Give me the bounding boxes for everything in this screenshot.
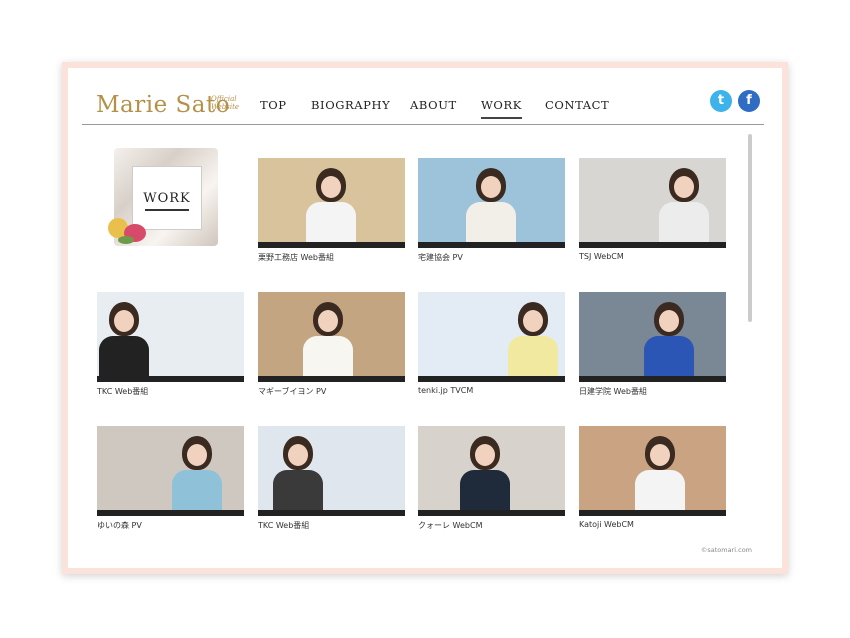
person-face [659,310,679,332]
work-caption[interactable]: 日建学院 Web番組 [579,386,647,397]
nav-work[interactable]: WORK [481,98,522,119]
nav-biography[interactable]: BIOGRAPHY [311,98,390,112]
person-face [475,444,495,466]
person-face [481,176,501,198]
leaf-icon [118,236,134,244]
work-caption[interactable]: 栗野工務店 Web番組 [258,252,334,263]
work-tile[interactable]: tenki.jp TVCM [418,292,565,395]
video-thumbnail[interactable] [418,292,565,382]
video-controls[interactable] [579,376,726,382]
video-thumbnail[interactable] [258,292,405,382]
work-tile[interactable]: TKC Web番組 [258,426,405,530]
video-thumbnail[interactable] [258,426,405,516]
video-controls[interactable] [418,242,565,248]
work-tile[interactable]: 宅建協会 PV [418,158,565,262]
nav-contact[interactable]: CONTACT [545,98,609,112]
video-controls[interactable] [418,376,565,382]
video-controls[interactable] [258,376,405,382]
facebook-icon[interactable]: f [738,90,760,112]
nav-top[interactable]: TOP [260,98,287,112]
twitter-icon[interactable]: t [710,90,732,112]
video-controls[interactable] [258,510,405,516]
work-caption[interactable]: ゆいの森 PV [97,520,142,531]
video-thumbnail[interactable] [258,158,405,248]
web-page: Marie Sato Official Website TOP BIOGRAPH… [68,68,782,568]
work-tile[interactable]: 日建学院 Web番組 [579,292,726,396]
video-controls[interactable] [97,376,244,382]
video-controls[interactable] [579,242,726,248]
video-controls[interactable] [579,510,726,516]
video-thumbnail[interactable] [97,426,244,516]
video-thumbnail[interactable] [579,426,726,516]
person-face [650,444,670,466]
work-tile[interactable]: Katoji WebCM [579,426,726,529]
video-controls[interactable] [97,510,244,516]
work-tile[interactable]: TSJ WebCM [579,158,726,261]
person-face [187,444,207,466]
work-caption[interactable]: マギーブイヨン PV [258,386,326,397]
person-face [288,444,308,466]
work-caption[interactable]: TKC Web番組 [97,386,148,397]
person-face [523,310,543,332]
nav-about[interactable]: ABOUT [410,98,457,112]
person-face [114,310,134,332]
person-face [321,176,341,198]
video-thumbnail[interactable] [579,158,726,248]
work-section-frame: WORK [108,148,218,246]
header-divider [82,124,764,125]
work-tile[interactable]: TKC Web番組 [97,292,244,396]
video-thumbnail[interactable] [418,158,565,248]
work-title-underline [145,209,189,211]
work-caption[interactable]: Katoji WebCM [579,520,634,529]
site-logo-subtitle: Official Website [211,95,240,111]
work-tile[interactable]: クォーレ WebCM [418,426,565,530]
video-controls[interactable] [258,242,405,248]
copyright: ©satomari.com [700,546,752,554]
window-frame: Marie Sato Official Website TOP BIOGRAPH… [62,62,788,574]
site-logo[interactable]: Marie Sato [96,92,230,118]
work-caption[interactable]: 宅建協会 PV [418,252,463,263]
work-caption[interactable]: クォーレ WebCM [418,520,482,531]
work-tile[interactable]: 栗野工務店 Web番組 [258,158,405,262]
work-caption[interactable]: TSJ WebCM [579,252,624,261]
scrollbar[interactable] [748,134,752,322]
video-thumbnail[interactable] [579,292,726,382]
work-frame-inner: WORK [132,166,202,230]
work-tile[interactable]: ゆいの森 PV [97,426,244,530]
work-caption[interactable]: tenki.jp TVCM [418,386,473,395]
video-controls[interactable] [418,510,565,516]
video-thumbnail[interactable] [97,292,244,382]
video-thumbnail[interactable] [418,426,565,516]
work-tile[interactable]: マギーブイヨン PV [258,292,405,396]
work-caption[interactable]: TKC Web番組 [258,520,309,531]
work-section-title: WORK [143,191,191,206]
person-face [674,176,694,198]
person-face [318,310,338,332]
